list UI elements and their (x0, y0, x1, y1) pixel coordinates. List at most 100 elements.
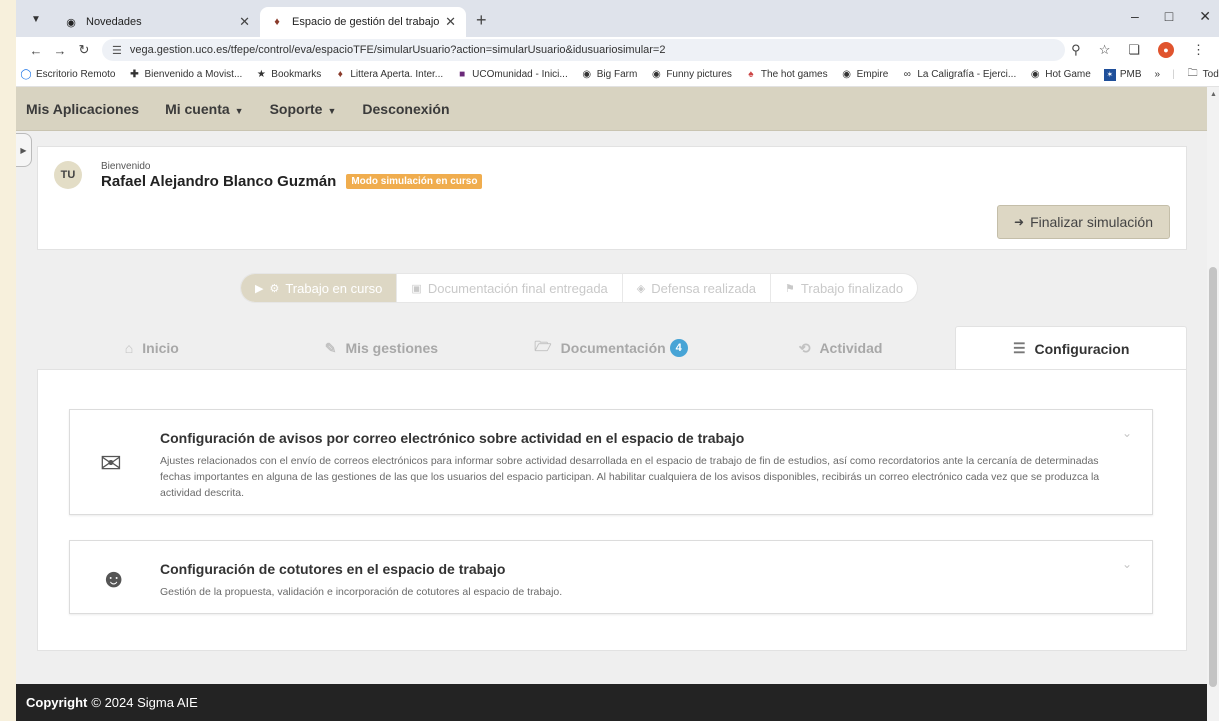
chevron-down-icon[interactable]: ⌄ (1122, 426, 1132, 440)
tab-mis-gestiones[interactable]: ✎ Mis gestiones (267, 326, 497, 370)
user-name: Rafael Alejandro Blanco Guzmán (101, 173, 337, 190)
caret-right-icon: ▶ (20, 145, 27, 155)
bookmark-item[interactable]: ★ Bookmarks (255, 69, 322, 81)
tab-inicio[interactable]: ⌂ Inicio (37, 326, 267, 370)
extensions-icon[interactable]: ❏ (1128, 42, 1140, 58)
nav-soporte[interactable]: Soporte ▼ (270, 101, 337, 117)
bookmark-item[interactable]: ◉ Hot Game (1029, 69, 1091, 81)
littera-icon: ♦ (337, 69, 343, 80)
bookmark-item[interactable]: ✶ PMB (1103, 68, 1142, 81)
finalizar-simulacion-button[interactable]: ➜ Finalizar simulación (997, 205, 1170, 239)
globe-icon: ◉ (651, 69, 661, 80)
site-favicon-icon: ♦ (274, 16, 280, 28)
profile-avatar-icon[interactable]: ● (1158, 42, 1174, 58)
copyright-label: Copyright (26, 695, 88, 710)
card-title: Configuración de avisos por correo elect… (160, 430, 745, 446)
globe-icon: ◉ (582, 69, 592, 80)
zoom-icon[interactable]: ⚲ (1071, 42, 1081, 58)
step-trabajo-finalizado: ⚑ Trabajo finalizado (785, 280, 904, 296)
bookmarks-overflow-button[interactable]: » (1155, 69, 1161, 80)
desktop-background (0, 0, 16, 721)
reload-icon[interactable]: ↻ (72, 42, 96, 58)
cogs-icon: ⚙ (269, 282, 280, 295)
config-card-cotutores[interactable]: ☻ Configuración de cotutores en el espac… (69, 540, 1153, 614)
bookmark-item[interactable]: ◯ Escritorio Remoto (20, 69, 115, 81)
nav-mis-aplicaciones[interactable]: Mis Aplicaciones (26, 101, 139, 117)
flag-icon: ⚑ (785, 282, 795, 295)
bookmark-star-icon[interactable]: ☆ (1099, 42, 1111, 58)
tab-actividad[interactable]: ⟲ Actividad (726, 326, 956, 370)
globe-icon: ◉ (842, 69, 851, 80)
caret-down-icon: ▼ (327, 105, 337, 116)
movistar-icon: ✚ (130, 69, 139, 80)
history-icon: ⟲ (798, 339, 811, 356)
configuracion-panel: ✉ Configuración de avisos por correo ele… (37, 369, 1187, 651)
top-navigation: Mis Aplicaciones Mi cuenta ▼ Soporte ▼ Des… (16, 87, 1207, 131)
close-tab-icon[interactable]: ✕ (445, 14, 456, 30)
step-defensa-realizada: ◈ Defensa realizada (623, 274, 772, 302)
bookmark-item[interactable]: ◉ Empire (841, 69, 888, 81)
sign-out-icon: ➜ (1014, 215, 1025, 229)
bookmark-item[interactable]: ♦ Littera Aperta. Inter... (334, 69, 443, 81)
step-documentacion-final: ▣ Documentación final entregada (397, 274, 623, 302)
folder-icon: 🗀 (1187, 68, 1198, 79)
bookmark-item[interactable]: ∞ La Caligrafía - Ejerci... (901, 69, 1017, 81)
inbox-icon: ▣ (411, 282, 422, 295)
forward-icon[interactable]: → (48, 43, 72, 58)
nav-mi-cuenta[interactable]: Mi cuenta ▼ (165, 101, 244, 117)
close-window-icon[interactable]: ✕ (1199, 8, 1211, 25)
bookmark-item[interactable]: ◉ Big Farm (581, 69, 637, 81)
uco-icon: ■ (459, 69, 466, 80)
bookmark-item[interactable]: ♠ The hot games (745, 69, 827, 81)
bookmark-item[interactable]: ■ UCOmunidad - Inici... (456, 69, 568, 81)
address-bar-row: ← → ↻ ☰ vega.gestion.uco.es/tfepe/contro… (16, 37, 1219, 63)
card-description: Ajustes relacionados con el envío de cor… (160, 455, 1100, 499)
bookmark-item[interactable]: ◉ Funny pictures (650, 69, 732, 81)
sliders-icon: ☰ (1012, 340, 1026, 356)
footer: Copyright © 2024 Sigma AIE (16, 684, 1207, 721)
greeting: Bienvenido (101, 161, 151, 172)
copyright-text: © 2024 Sigma AIE (91, 695, 198, 710)
divider: | (1172, 69, 1175, 80)
bookmark-item[interactable]: ✚ Bienvenido a Movist... (128, 69, 242, 81)
edit-icon: ✎ (324, 339, 337, 356)
browser-tab-espacio[interactable]: ♦ Espacio de gestión del trabajo d ✕ (260, 7, 466, 37)
close-tab-icon[interactable]: ✕ (239, 14, 250, 30)
browser-tab-novedades[interactable]: ◉ Novedades ✕ (54, 7, 260, 37)
scrollbar-thumb[interactable] (1209, 267, 1217, 687)
users-icon: ☻ (100, 563, 128, 593)
window-controls: – □ ✕ (1131, 8, 1211, 25)
nav-desconexion[interactable]: Desconexión (362, 101, 449, 117)
maximize-icon[interactable]: □ (1165, 8, 1173, 25)
menu-kebab-icon[interactable]: ⋮ (1192, 42, 1205, 58)
tab-search-icon[interactable]: ▼ (24, 7, 48, 31)
all-bookmarks-folder[interactable]: 🗀Todos los marcadores (1187, 68, 1219, 81)
back-icon[interactable]: ← (24, 43, 48, 58)
documentacion-count-badge: 4 (669, 339, 688, 357)
globe-icon: ◉ (66, 16, 76, 29)
browser-window: ▼ ◉ Novedades ✕ ♦ Espacio de gestión del… (16, 0, 1219, 721)
page-scrollbar[interactable]: ▲ (1207, 87, 1219, 721)
sidebar-toggle-button[interactable]: ▶ (16, 133, 32, 167)
step-trabajo-en-curso: ▶ ⚙ Trabajo en curso (241, 274, 398, 302)
envelope-icon: ✉ (100, 448, 122, 478)
site-info-icon[interactable]: ☰ (112, 44, 122, 57)
tab-documentacion[interactable]: 🗁 Documentación 4 (496, 326, 726, 370)
home-icon: ⌂ (124, 340, 134, 356)
user-name-line: Rafael Alejandro Blanco Guzmán Modo simul… (101, 173, 483, 190)
config-card-avisos[interactable]: ✉ Configuración de avisos por correo ele… (69, 409, 1153, 515)
caret-right-icon: ▶ (255, 282, 264, 295)
caligrafia-icon: ∞ (903, 69, 911, 80)
avatar: TU (54, 161, 82, 189)
presentation-icon: ◈ (636, 282, 646, 295)
globe-icon: ◉ (1030, 69, 1040, 80)
scroll-up-icon[interactable]: ▲ (1210, 91, 1217, 98)
welcome-panel: TU Bienvenido Rafael Alejandro Blanco Gu… (37, 146, 1187, 250)
chevron-down-icon[interactable]: ⌄ (1122, 557, 1132, 571)
tab-configuracion[interactable]: ☰ Configuracion (955, 326, 1187, 370)
url-input[interactable]: ☰ vega.gestion.uco.es/tfepe/control/eva/… (102, 39, 1066, 61)
simulation-badge: Modo simulación en curso (346, 174, 483, 189)
minimize-icon[interactable]: – (1131, 8, 1139, 25)
game-icon: ♠ (748, 69, 754, 80)
new-tab-icon[interactable]: + (476, 10, 487, 31)
